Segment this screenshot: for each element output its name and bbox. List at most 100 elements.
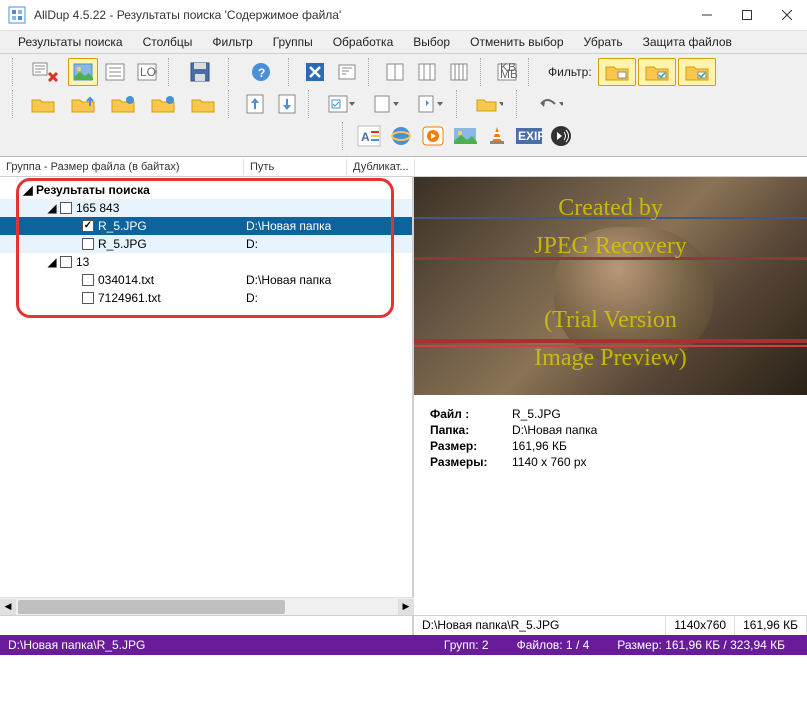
sort-button[interactable] [332,58,362,86]
undo-button[interactable] [528,90,570,118]
minimize-button[interactable] [687,0,727,30]
detail-dims-value: 1140 x 760 px [512,455,587,469]
column-dup[interactable]: Дубликат... [347,159,415,175]
detail-dims-label: Размеры: [430,455,512,469]
bottom-status-row: D:\Новая папка\R_5.JPG 1140x760 161,96 К… [0,615,807,635]
checkbox[interactable] [82,274,94,286]
menu-select[interactable]: Выбор [405,33,458,51]
folder-action-4[interactable] [144,90,182,118]
checkbox[interactable] [82,220,94,232]
save-button[interactable] [180,58,222,86]
checkbox[interactable] [60,202,72,214]
vlc-icon[interactable] [482,122,512,150]
file-path: D: [246,291,258,305]
status-filesize: 161,96 КБ [735,616,807,635]
status-filepath: D:\Новая папка\R_5.JPG [414,616,666,635]
expander-icon[interactable]: ◢ [22,184,34,196]
columns-3-button[interactable] [444,58,474,86]
log-button[interactable]: LOG [132,58,162,86]
text-app-icon[interactable]: A [354,122,384,150]
tree-group[interactable]: ◢ 13 [0,253,412,271]
menu-deselect[interactable]: Отменить выбор [462,33,571,51]
page-arrow-dropdown[interactable] [408,90,450,118]
close-results-button[interactable] [300,58,330,86]
ie-icon[interactable] [386,122,416,150]
svg-text:LOG: LOG [140,65,157,79]
horizontal-scrollbar[interactable]: ◀ ▶ [0,597,414,615]
menu-results[interactable]: Результаты поиска [10,33,131,51]
summary-statusbar: D:\Новая папка\R_5.JPG Групп: 2 Файлов: … [0,635,807,655]
menu-protect[interactable]: Защита файлов [635,33,740,51]
group-label: 13 [76,255,89,269]
menubar: Результаты поиска Столбцы Фильтр Группы … [0,30,807,54]
detail-file-value: R_5.JPG [512,407,561,421]
app-icon [8,6,26,24]
titlebar: AllDup 4.5.22 - Результаты поиска 'Содер… [0,0,807,30]
exif-icon[interactable]: EXIF [514,122,544,150]
maximize-button[interactable] [727,0,767,30]
checkbox[interactable] [82,238,94,250]
help-button[interactable]: ? [240,58,282,86]
kb-mb-button[interactable]: KBMB [492,58,522,86]
folder-action-5[interactable] [184,90,222,118]
folder-dropdown-button[interactable] [468,90,510,118]
list-button[interactable] [100,58,130,86]
tree-root-label: Результаты поиска [36,183,150,197]
filter-folder-1[interactable] [598,58,636,86]
close-button[interactable] [767,0,807,30]
image-preview: Created by JPEG Recovery (Trial Version … [414,177,807,395]
left-status-spacer [0,616,414,635]
file-path: D:\Новая папка [246,219,331,233]
detail-file-label: Файл : [430,407,512,421]
menu-process[interactable]: Обработка [325,33,402,51]
filter-label: Фильтр: [548,65,592,79]
results-tree[interactable]: ◢ Результаты поиска ◢ 165 843 R_5.JPG D:… [0,177,412,597]
scroll-right-button[interactable]: ▶ [398,599,414,615]
expander-icon[interactable]: ◢ [46,256,58,268]
columns-2-button[interactable] [412,58,442,86]
tree-root[interactable]: ◢ Результаты поиска [0,181,412,199]
svg-text:?: ? [258,66,265,80]
menu-columns[interactable]: Столбцы [135,33,201,51]
file-name: 034014.txt [98,273,154,287]
checkbox[interactable] [82,292,94,304]
checkbox[interactable] [60,256,72,268]
scroll-left-button[interactable]: ◀ [0,599,16,615]
image-viewer-icon[interactable] [450,122,480,150]
tree-file-row[interactable]: R_5.JPG D:\Новая папка [0,217,412,235]
arrow-down-button[interactable] [272,90,302,118]
thumbnail-button[interactable] [68,58,98,86]
file-details: Файл :R_5.JPG Папка:D:\Новая папка Разме… [414,395,807,483]
svg-text:EXIF: EXIF [518,129,543,143]
filter-folder-3[interactable] [678,58,716,86]
file-name: R_5.JPG [98,237,147,251]
delete-selected-button[interactable] [24,58,66,86]
column-path[interactable]: Путь [244,159,347,175]
summary-groups: Групп: 2 [430,638,503,652]
menu-remove[interactable]: Убрать [576,33,631,51]
page-dropdown-button[interactable] [364,90,406,118]
tree-file-row[interactable]: 7124961.txt D: [0,289,412,307]
check-dropdown-button[interactable] [320,90,362,118]
menu-groups[interactable]: Группы [265,33,321,51]
tree-file-row[interactable]: 034014.txt D:\Новая папка [0,271,412,289]
window-title: AllDup 4.5.22 - Результаты поиска 'Содер… [34,8,687,22]
file-name: R_5.JPG [98,219,147,233]
media-player-icon[interactable] [418,122,448,150]
detail-size-value: 161,96 КБ [512,439,567,453]
audio-icon[interactable] [546,122,576,150]
column-group[interactable]: Группа - Размер файла (в байтах) [0,159,244,175]
folder-action-1[interactable] [24,90,62,118]
file-path: D:\Новая папка [246,273,331,287]
arrow-up-button[interactable] [240,90,270,118]
tree-group[interactable]: ◢ 165 843 [0,199,412,217]
folder-action-3[interactable] [104,90,142,118]
folder-action-2[interactable] [64,90,102,118]
columns-1-button[interactable] [380,58,410,86]
group-label: 165 843 [76,201,119,215]
tree-file-row[interactable]: R_5.JPG D: [0,235,412,253]
menu-filter[interactable]: Фильтр [204,33,260,51]
filter-folder-2[interactable] [638,58,676,86]
summary-size: Размер: 161,96 КБ / 323,94 КБ [603,638,799,652]
expander-icon[interactable]: ◢ [46,202,58,214]
